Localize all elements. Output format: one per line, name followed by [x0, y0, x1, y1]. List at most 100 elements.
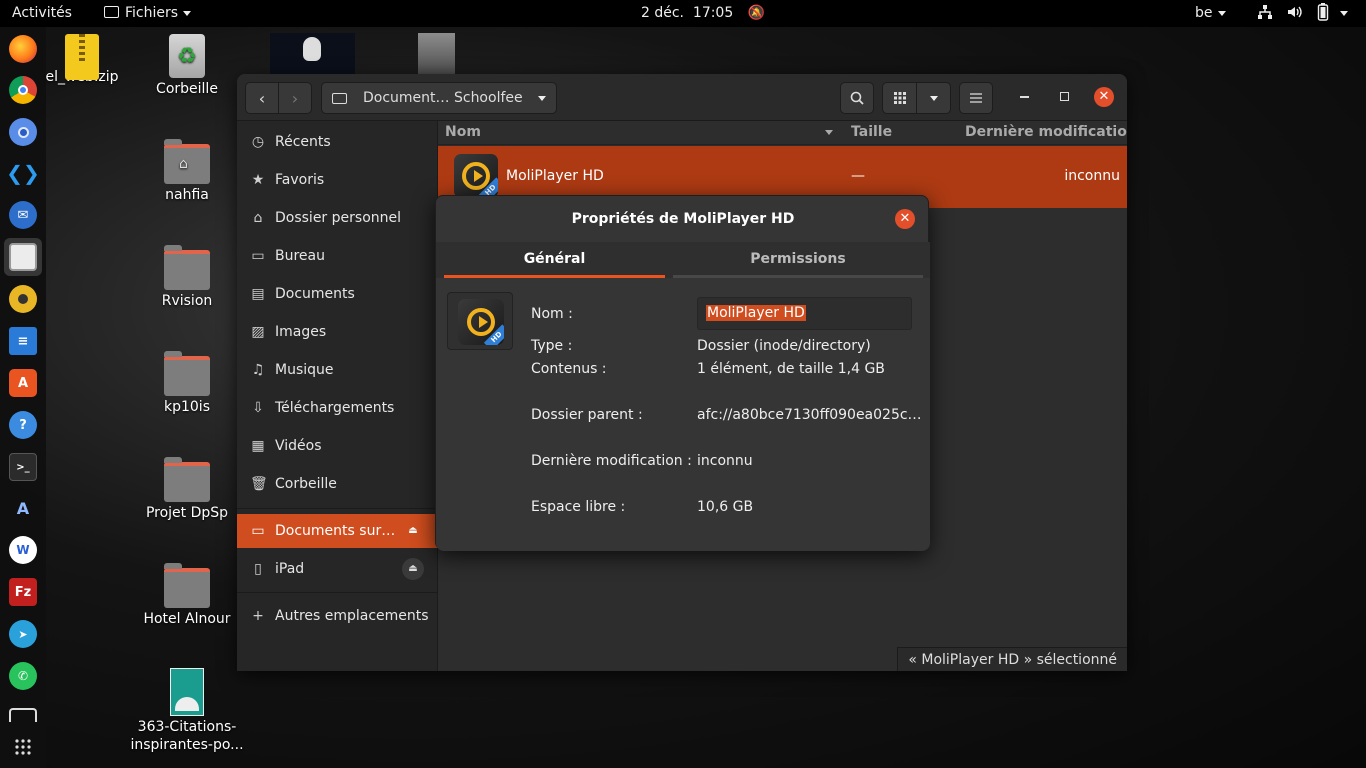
- sidebar-item-downloads[interactable]: ⇩ Téléchargements: [237, 391, 438, 425]
- activities-button[interactable]: Activités: [12, 0, 72, 27]
- thunderbird-icon[interactable]: ✉: [9, 201, 37, 229]
- desktop-thumbnail-image[interactable]: [270, 33, 355, 74]
- folder-icon: [104, 6, 119, 18]
- libreoffice-writer-icon[interactable]: ≡: [9, 327, 37, 355]
- file-size: —: [851, 168, 865, 184]
- sidebar-item-videos[interactable]: ▦ Vidéos: [237, 429, 438, 463]
- download-icon: ⇩: [252, 400, 264, 416]
- sidebar-item-documents[interactable]: ▤ Documents: [237, 277, 438, 311]
- show-apps-icon[interactable]: [9, 733, 37, 761]
- chromium-icon[interactable]: [9, 118, 37, 146]
- moliplayer-icon: HD: [458, 299, 504, 345]
- column-modified-header[interactable]: Dernière modification: [965, 124, 1127, 140]
- file-modified: inconnu: [1064, 168, 1120, 184]
- sidebar-item-music[interactable]: ♫ Musique: [237, 353, 438, 387]
- close-button[interactable]: ✕: [1094, 87, 1114, 107]
- sidebar-item-desktop[interactable]: ▭ Bureau: [237, 239, 438, 273]
- trash-icon[interactable]: [9, 708, 37, 722]
- chevron-down-icon: [183, 10, 192, 16]
- contents-label: Contenus :: [531, 361, 607, 377]
- view-mode-button[interactable]: [882, 82, 917, 114]
- system-menu-chevron-icon[interactable]: [1335, 0, 1348, 27]
- maximize-button[interactable]: [1060, 92, 1069, 101]
- dictionary-icon[interactable]: A: [9, 494, 37, 522]
- sidebar-item-ipad[interactable]: ▯ iPad ⏏: [237, 552, 438, 586]
- telegram-icon[interactable]: ➤: [9, 620, 37, 648]
- filezilla-icon[interactable]: Fz: [9, 578, 37, 606]
- sidebar-item-favorites[interactable]: ★ Favoris: [237, 163, 438, 197]
- menu-button[interactable]: [959, 82, 993, 114]
- desktop-thumbnail-photo[interactable]: [418, 33, 455, 74]
- image-icon: ▨: [251, 324, 265, 340]
- minimize-button[interactable]: [1020, 96, 1029, 98]
- chevron-down-icon: [538, 96, 546, 101]
- free-space-value: 10,6 GB: [697, 499, 754, 515]
- desktop-folder-hotel[interactable]: Hotel Alnour: [132, 563, 242, 628]
- sidebar-item-documents-on-device[interactable]: ▭ Documents sur… ⏏: [237, 514, 438, 548]
- status-bar: « MoliPlayer HD » sélectionné: [897, 647, 1127, 671]
- star-icon: ★: [251, 172, 265, 188]
- rhythmbox-icon[interactable]: [9, 285, 37, 313]
- contents-value: 1 élément, de taille 1,4 GB: [697, 361, 885, 377]
- chevron-down-icon: [929, 95, 938, 101]
- hamburger-icon: [970, 93, 982, 103]
- name-field[interactable]: MoliPlayer HD: [697, 297, 912, 330]
- battery-icon[interactable]: [1317, 0, 1329, 27]
- keyboard-layout-menu[interactable]: be: [1195, 0, 1226, 27]
- sidebar-item-home[interactable]: ⌂ Dossier personnel: [237, 201, 438, 235]
- folder-icon: [164, 457, 210, 502]
- whatsapp-icon[interactable]: ✆: [9, 662, 37, 690]
- wps-icon[interactable]: W: [9, 536, 37, 564]
- back-button[interactable]: ‹: [245, 82, 279, 114]
- desktop-image-citations[interactable]: 363-Citations- inspirantes-po...: [128, 668, 246, 754]
- trash-icon: 🗑: [250, 476, 268, 492]
- close-icon: ✕: [899, 211, 911, 226]
- header-bar: ‹ › Document… Schoolfee ✕: [237, 74, 1127, 121]
- dialog-close-button[interactable]: ✕: [895, 209, 915, 229]
- search-button[interactable]: [840, 82, 874, 114]
- help-icon[interactable]: ?: [9, 411, 37, 439]
- grid-icon: [893, 92, 906, 104]
- files-icon[interactable]: [9, 243, 37, 271]
- volume-icon[interactable]: [1287, 0, 1303, 27]
- eject-icon[interactable]: ⏏: [402, 558, 424, 580]
- network-icon[interactable]: [1257, 0, 1273, 27]
- drive-icon: [332, 92, 347, 104]
- music-icon: ♫: [251, 362, 265, 378]
- free-space-label: Espace libre :: [531, 499, 626, 515]
- chrome-icon[interactable]: [9, 76, 37, 104]
- dock: ❮❯ ✉ ≡ A ? >_ A W Fz ➤ ✆: [0, 27, 46, 768]
- eject-icon[interactable]: ⏏: [402, 520, 424, 542]
- view-options-button[interactable]: [916, 82, 951, 114]
- file-name: MoliPlayer HD: [506, 168, 604, 184]
- desktop-folder-nahfia[interactable]: ⌂ nahfia: [132, 139, 242, 204]
- desktop-trash[interactable]: ♻ Corbeille: [132, 34, 242, 98]
- location-button[interactable]: Document… Schoolfee: [321, 82, 557, 114]
- tab-general[interactable]: Général: [444, 242, 665, 278]
- sidebar-item-recents[interactable]: ◷ Récents: [237, 125, 438, 159]
- sidebar: ◷ Récents ★ Favoris ⌂ Dossier personnel ▭ Bu…: [237, 121, 438, 671]
- tab-permissions[interactable]: Permissions: [673, 242, 923, 278]
- sidebar-item-trash[interactable]: 🗑 Corbeille: [237, 467, 438, 501]
- drive-icon: ▭: [251, 523, 265, 539]
- vscode-icon[interactable]: ❮❯: [6, 159, 40, 187]
- sidebar-item-images[interactable]: ▨ Images: [237, 315, 438, 349]
- notifications-muted-icon: 🔕: [747, 5, 766, 21]
- clock[interactable]: 2 déc. 17:05 🔕: [641, 0, 765, 27]
- terminal-icon[interactable]: >_: [9, 453, 37, 481]
- forward-button[interactable]: ›: [278, 82, 312, 114]
- column-size-header[interactable]: Taille: [851, 124, 892, 140]
- desktop-folder-projet[interactable]: Projet DpSp: [132, 457, 242, 522]
- parent-folder-value: afc://a80bce7130ff090ea025c…: [697, 407, 922, 423]
- dialog-tabs: Général Permissions: [436, 242, 930, 278]
- firefox-icon[interactable]: [9, 35, 37, 63]
- desktop-folder-kp10is[interactable]: kp10is: [132, 351, 242, 416]
- software-center-icon[interactable]: A: [9, 369, 37, 397]
- app-menu[interactable]: Fichiers: [104, 0, 192, 27]
- column-name-header[interactable]: Nom: [445, 124, 481, 140]
- desktop-zip-file[interactable]: el_web.zip: [36, 34, 128, 86]
- dialog-body: HD Nom : MoliPlayer HD Type : Dossier (i…: [436, 278, 930, 551]
- sidebar-item-other-locations[interactable]: + Autres emplacements: [237, 599, 438, 633]
- desktop-folder-rvision[interactable]: Rvision: [132, 245, 242, 310]
- folder-icon-frame[interactable]: HD: [447, 292, 513, 350]
